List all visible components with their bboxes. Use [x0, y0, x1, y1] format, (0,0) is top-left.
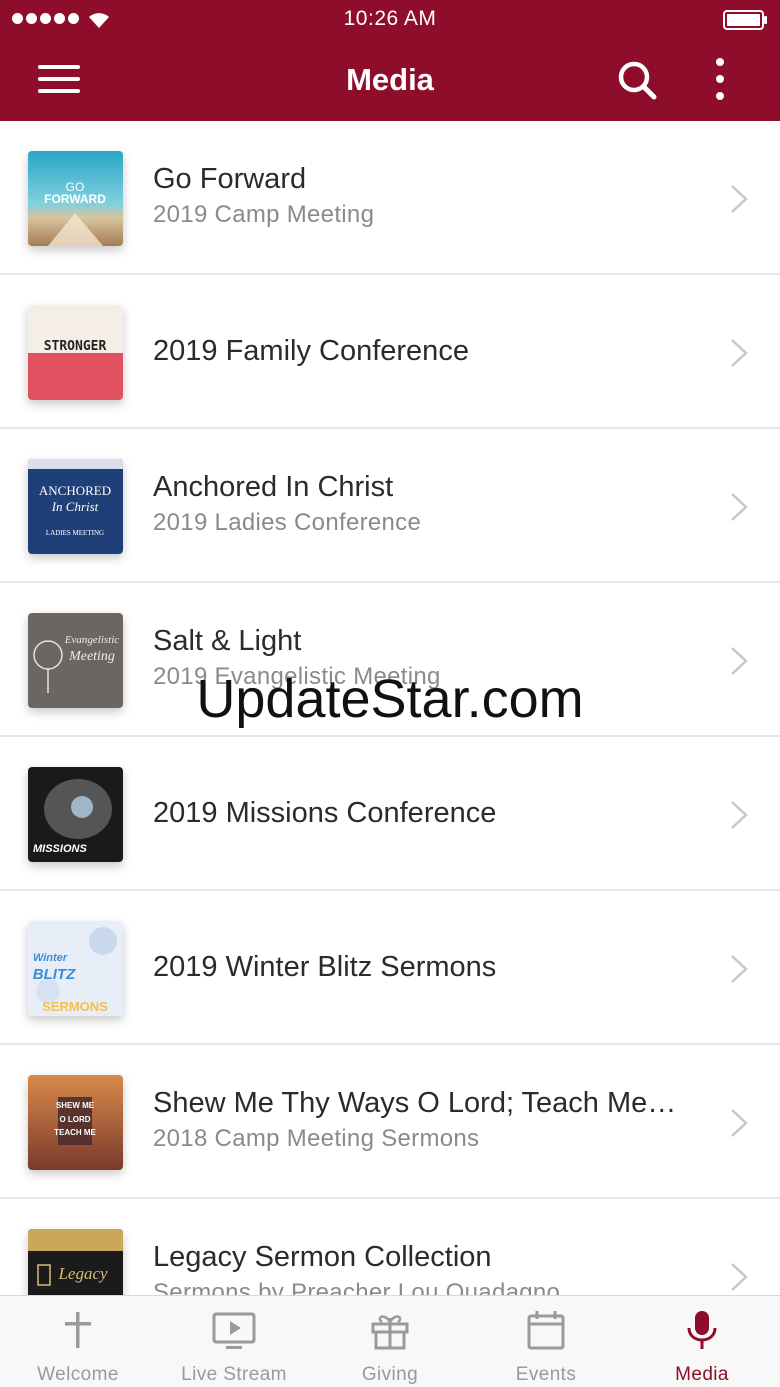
chevron-right-icon [731, 1109, 748, 1137]
album-art-go-forward: GO FORWARD [28, 151, 123, 246]
list-item[interactable]: Legacy Legacy Sermon Collection Sermons … [0, 1199, 780, 1295]
svg-text:Evangelistic: Evangelistic [64, 634, 119, 646]
svg-text:SHEW ME: SHEW ME [56, 1101, 95, 1110]
svg-text:O LORD: O LORD [59, 1115, 90, 1124]
media-title: Go Forward [153, 163, 307, 195]
media-subtitle: Sermons by Preacher Lou Quadagno [153, 1279, 561, 1295]
more-vertical-icon[interactable] [702, 56, 738, 102]
svg-text:BLITZ: BLITZ [33, 966, 76, 983]
chevron-right-icon [731, 955, 748, 983]
calendar-icon [527, 1311, 565, 1350]
chevron-right-icon [731, 1263, 748, 1291]
album-art-missions: MISSIONS [28, 767, 123, 862]
page-title: Media [346, 62, 434, 97]
tab-bar: Welcome Live Stream Giving Events Media [0, 1295, 780, 1387]
svg-text:FORWARD: FORWARD [44, 192, 106, 206]
status-bar: 10:26 AM [0, 0, 780, 40]
svg-text:SERMONS: SERMONS [42, 999, 108, 1014]
media-title: Legacy Sermon Collection [153, 1241, 492, 1273]
media-subtitle: 2019 Ladies Conference [153, 509, 422, 536]
chevron-right-icon [731, 493, 748, 521]
list-item[interactable]: STRONGER 2019 Family Conference [0, 275, 780, 429]
chevron-right-icon [731, 339, 748, 367]
tab-live-stream[interactable]: Live Stream [156, 1296, 312, 1387]
media-title: 2019 Missions Conference [153, 797, 497, 829]
list-item[interactable]: GO FORWARD Go Forward 2019 Camp Meeting [0, 121, 780, 275]
svg-text:MISSIONS: MISSIONS [33, 843, 87, 855]
svg-text:LADIES MEETING: LADIES MEETING [46, 529, 104, 537]
svg-text:Winter: Winter [33, 952, 68, 964]
media-title: 2019 Winter Blitz Sermons [153, 951, 497, 983]
media-list: GO FORWARD Go Forward 2019 Camp Meeting … [0, 121, 780, 1295]
media-subtitle: 2019 Evangelistic Meeting [153, 663, 441, 690]
album-art-winter-blitz: Winter BLITZ SERMONS [28, 921, 123, 1016]
list-item[interactable]: MISSIONS 2019 Missions Conference [0, 737, 780, 891]
tab-label: Live Stream [181, 1364, 287, 1385]
hamburger-icon[interactable] [36, 60, 82, 98]
album-art-anchored: ANCHORED In Christ LADIES MEETING [28, 459, 123, 554]
album-art-shew-me: SHEW ME O LORD TEACH ME [28, 1075, 123, 1170]
list-item[interactable]: Winter BLITZ SERMONS 2019 Winter Blitz S… [0, 891, 780, 1045]
tab-welcome[interactable]: Welcome [0, 1296, 156, 1387]
status-time: 10:26 AM [343, 7, 437, 30]
gift-icon [371, 1315, 409, 1350]
chevron-right-icon [731, 801, 748, 829]
tab-giving[interactable]: Giving [312, 1296, 468, 1387]
search-icon[interactable] [614, 58, 660, 102]
media-title: Salt & Light [153, 625, 302, 657]
tab-label: Welcome [37, 1364, 119, 1385]
svg-text:Legacy: Legacy [57, 1264, 108, 1283]
svg-text:STRONGER: STRONGER [44, 339, 107, 354]
svg-text:In Christ: In Christ [51, 499, 99, 514]
svg-text:TEACH ME: TEACH ME [54, 1128, 96, 1137]
list-item[interactable]: SHEW ME O LORD TEACH ME Shew Me Thy Ways… [0, 1045, 780, 1199]
nav-bar: Media [0, 40, 780, 121]
album-art-salt-light: Evangelistic Meeting [28, 613, 123, 708]
cross-icon [65, 1312, 91, 1348]
media-title: Anchored In Christ [153, 471, 394, 503]
tab-events[interactable]: Events [468, 1296, 624, 1387]
chevron-right-icon [731, 647, 748, 675]
list-item[interactable]: Evangelistic Meeting Salt & Light 2019 E… [0, 583, 780, 737]
svg-text:ANCHORED: ANCHORED [39, 483, 111, 498]
microphone-icon [687, 1311, 717, 1349]
tv-play-icon [212, 1312, 256, 1349]
battery-icon [723, 10, 767, 30]
chevron-right-icon [731, 185, 748, 213]
tab-label: Giving [361, 1364, 419, 1385]
tab-label: Media [675, 1364, 729, 1385]
tab-media[interactable]: Media [624, 1296, 780, 1387]
media-title: 2019 Family Conference [153, 335, 469, 367]
media-title: Shew Me Thy Ways O Lord; Teach Me… [153, 1087, 677, 1119]
list-item[interactable]: ANCHORED In Christ LADIES MEETING Anchor… [0, 429, 780, 583]
svg-text:Meeting: Meeting [68, 649, 115, 664]
album-art-legacy: Legacy [28, 1229, 123, 1295]
tab-label: Events [515, 1364, 577, 1385]
app-header: 10:26 AM Media [0, 0, 780, 121]
media-subtitle: 2019 Camp Meeting [153, 201, 375, 228]
album-art-stronger: STRONGER [28, 305, 123, 400]
media-subtitle: 2018 Camp Meeting Sermons [153, 1125, 480, 1152]
